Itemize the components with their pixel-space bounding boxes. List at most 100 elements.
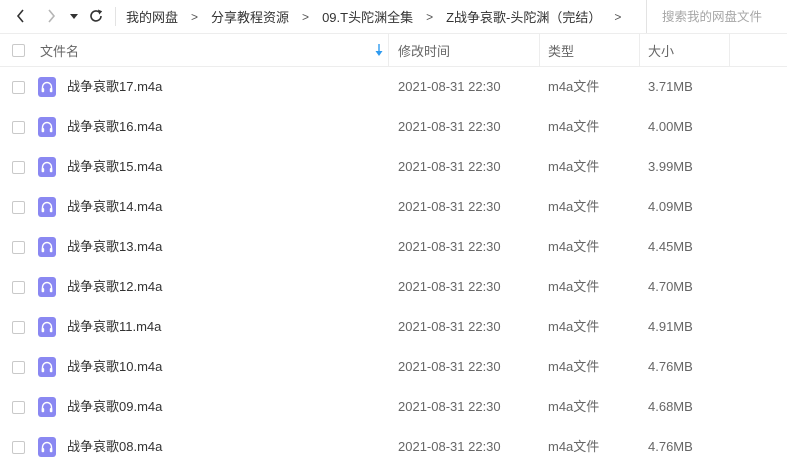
breadcrumb-separator: > [426,9,434,24]
file-modified-time: 2021-08-31 22:30 [398,159,501,174]
file-size: 4.76MB [648,439,693,454]
column-header-size-label: 大小 [648,43,675,59]
file-name[interactable]: 战争哀歌13.m4a [67,227,162,267]
breadcrumb-item-current-folder[interactable]: Z战争哀歌-头陀渊（完结） [436,7,611,26]
file-modified-time: 2021-08-31 22:30 [398,79,501,94]
file-name[interactable]: 战争哀歌16.m4a [67,107,162,147]
file-name[interactable]: 战争哀歌17.m4a [67,67,162,107]
chevron-left-icon [16,9,24,23]
audio-file-icon [38,117,56,137]
file-size: 4.91MB [648,319,693,334]
file-type: m4a文件 [548,239,600,254]
file-type: m4a文件 [548,79,600,94]
file-modified-time: 2021-08-31 22:30 [398,239,501,254]
select-all-checkbox[interactable] [12,43,25,57]
column-header-name-label: 文件名 [40,43,80,59]
file-list: 战争哀歌17.m4a 2021-08-31 22:30 m4a文件 3.71MB… [0,67,787,467]
file-row[interactable]: 战争哀歌12.m4a 2021-08-31 22:30 m4a文件 4.70MB [0,267,787,307]
file-type: m4a文件 [548,319,600,334]
top-nav-bar: 我的网盘 > 分享教程资源 > 09.T头陀渊全集 > Z战争哀歌-头陀渊（完结… [0,0,787,33]
file-row[interactable]: 战争哀歌17.m4a 2021-08-31 22:30 m4a文件 3.71MB [0,67,787,107]
row-checkbox[interactable] [12,401,25,414]
file-modified-time: 2021-08-31 22:30 [398,199,501,214]
select-all-cell [12,34,28,66]
column-header-time[interactable]: 修改时间 [390,34,540,66]
file-type: m4a文件 [548,359,600,374]
column-header-time-label: 修改时间 [398,43,451,59]
file-modified-time: 2021-08-31 22:30 [398,359,501,374]
back-button[interactable] [11,6,31,26]
sort-down-arrow-icon [375,44,383,56]
file-row[interactable]: 战争哀歌11.m4a 2021-08-31 22:30 m4a文件 4.91MB [0,307,787,347]
file-size: 4.45MB [648,239,693,254]
file-name[interactable]: 战争哀歌15.m4a [67,147,162,187]
file-type: m4a文件 [548,199,600,214]
breadcrumb: 我的网盘 > 分享教程资源 > 09.T头陀渊全集 > Z战争哀歌-头陀渊（完结… [116,0,624,33]
audio-file-icon [38,397,56,417]
column-header-name[interactable]: 文件名 [40,34,389,66]
file-name[interactable]: 战争哀歌09.m4a [67,387,162,427]
column-header-type[interactable]: 类型 [540,34,640,66]
breadcrumb-separator: > [302,9,310,24]
row-checkbox[interactable] [12,81,25,94]
row-checkbox[interactable] [12,121,25,134]
file-name[interactable]: 战争哀歌11.m4a [67,307,161,347]
file-modified-time: 2021-08-31 22:30 [398,319,501,334]
file-name[interactable]: 战争哀歌08.m4a [67,427,162,467]
file-size: 3.99MB [648,159,693,174]
column-header-size[interactable]: 大小 [640,34,730,66]
breadcrumb-item-collection[interactable]: 09.T头陀渊全集 [312,7,423,26]
file-row[interactable]: 战争哀歌08.m4a 2021-08-31 22:30 m4a文件 4.76MB [0,427,787,467]
file-size: 4.68MB [648,399,693,414]
refresh-icon [90,9,103,22]
search-input[interactable] [660,8,787,25]
file-row[interactable]: 战争哀歌14.m4a 2021-08-31 22:30 m4a文件 4.09MB [0,187,787,227]
file-size: 4.09MB [648,199,693,214]
breadcrumb-separator[interactable]: > [611,10,624,24]
file-size: 4.00MB [648,119,693,134]
row-checkbox[interactable] [12,161,25,174]
search-box [646,0,787,33]
caret-down-icon [70,14,78,19]
file-row[interactable]: 战争哀歌10.m4a 2021-08-31 22:30 m4a文件 4.76MB [0,347,787,387]
file-list-header: 文件名 修改时间 类型 大小 [0,33,787,67]
history-dropdown-button[interactable] [67,6,81,26]
file-type: m4a文件 [548,439,600,454]
file-name[interactable]: 战争哀歌14.m4a [67,187,162,227]
file-type: m4a文件 [548,279,600,294]
file-row[interactable]: 战争哀歌15.m4a 2021-08-31 22:30 m4a文件 3.99MB [0,147,787,187]
row-checkbox[interactable] [12,441,25,454]
file-type: m4a文件 [548,119,600,134]
file-manager-window: 我的网盘 > 分享教程资源 > 09.T头陀渊全集 > Z战争哀歌-头陀渊（完结… [0,0,787,468]
file-row[interactable]: 战争哀歌16.m4a 2021-08-31 22:30 m4a文件 4.00MB [0,107,787,147]
row-checkbox[interactable] [12,361,25,374]
row-checkbox[interactable] [12,241,25,254]
column-header-type-label: 类型 [548,43,575,59]
refresh-button[interactable] [86,6,106,26]
audio-file-icon [38,237,56,257]
row-checkbox[interactable] [12,281,25,294]
forward-button[interactable] [41,6,61,26]
file-type: m4a文件 [548,399,600,414]
breadcrumb-separator: > [191,9,199,24]
chevron-right-icon [48,9,56,23]
audio-file-icon [38,317,56,337]
file-modified-time: 2021-08-31 22:30 [398,399,501,414]
file-modified-time: 2021-08-31 22:30 [398,119,501,134]
audio-file-icon [38,77,56,97]
file-name[interactable]: 战争哀歌10.m4a [67,347,162,387]
audio-file-icon [38,157,56,177]
row-checkbox[interactable] [12,201,25,214]
breadcrumb-item-my-drive[interactable]: 我的网盘 [116,7,188,26]
file-row[interactable]: 战争哀歌13.m4a 2021-08-31 22:30 m4a文件 4.45MB [0,227,787,267]
file-modified-time: 2021-08-31 22:30 [398,439,501,454]
file-name[interactable]: 战争哀歌12.m4a [67,267,162,307]
file-row[interactable]: 战争哀歌09.m4a 2021-08-31 22:30 m4a文件 4.68MB [0,387,787,427]
file-modified-time: 2021-08-31 22:30 [398,279,501,294]
audio-file-icon [38,197,56,217]
row-checkbox[interactable] [12,321,25,334]
audio-file-icon [38,357,56,377]
file-size: 4.70MB [648,279,693,294]
breadcrumb-item-shared-resources[interactable]: 分享教程资源 [201,7,299,26]
file-type: m4a文件 [548,159,600,174]
